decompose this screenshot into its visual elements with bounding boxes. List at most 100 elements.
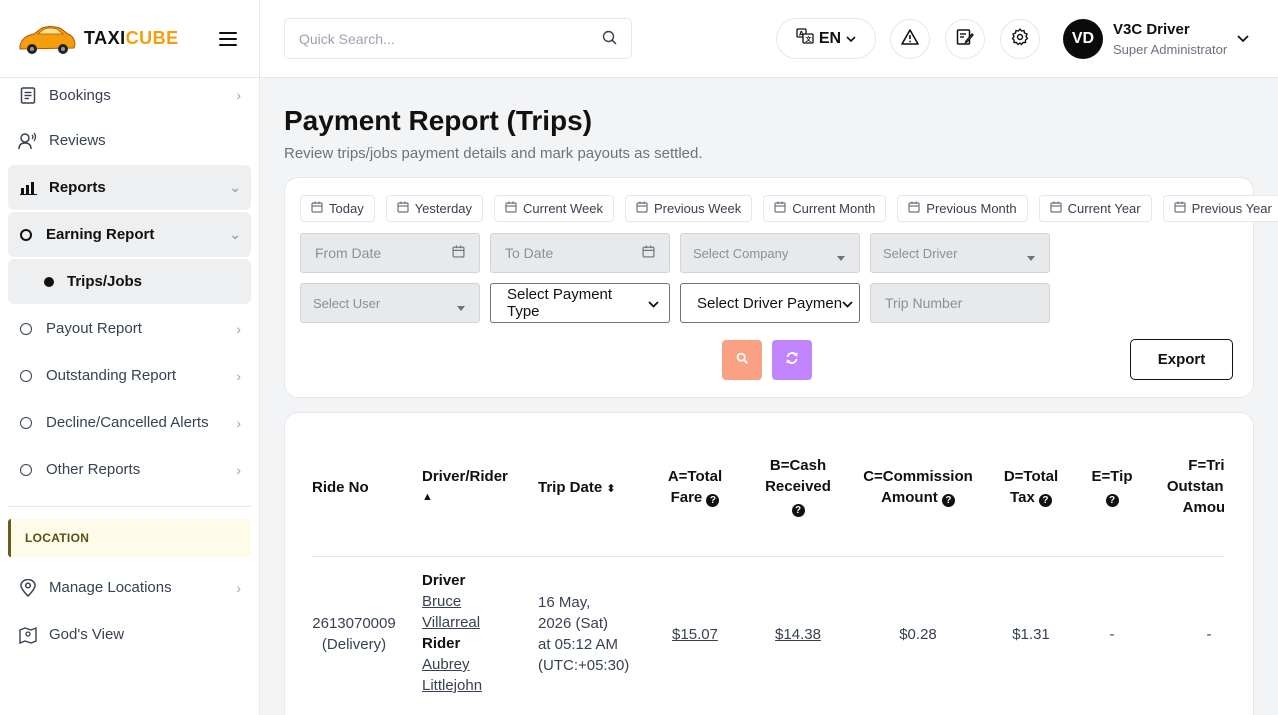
chip-previous-year[interactable]: Previous Year [1162, 195, 1278, 222]
header-line: C=Commission [863, 468, 973, 485]
svg-text:文: 文 [804, 36, 812, 44]
page-title: Payment Report (Trips) [284, 105, 593, 136]
export-button[interactable]: Export [1130, 339, 1233, 380]
sidebar-item-decline-cancelled-alerts[interactable]: Decline/Cancelled Alerts › [8, 400, 251, 445]
notes-button[interactable] [945, 19, 985, 59]
sort-icon[interactable]: ▲ [422, 487, 508, 508]
chip-label: Previous Year [1191, 201, 1272, 216]
col-outstanding: F=Trip Outstanding Amount [1155, 455, 1224, 518]
col-driver-rider-label: Driver/Rider [422, 468, 508, 485]
chip-label: Yesterday [414, 201, 473, 216]
chip-yesterday[interactable]: Yesterday [385, 195, 484, 222]
sidebar-item-bookings[interactable]: Bookings › [8, 78, 251, 112]
sidebar-section-location: LOCATION [8, 519, 251, 557]
cell-total-fare[interactable]: $15.07 [657, 624, 733, 645]
help-icon[interactable]: ? [791, 504, 805, 517]
refresh-icon [785, 351, 799, 370]
driver-payment-select[interactable]: Select Driver Paymen [680, 283, 860, 323]
col-total-tax: D=Total Tax ? [997, 466, 1065, 508]
chip-label: Current Month [792, 201, 876, 216]
user-name[interactable]: V3C Driver [1113, 21, 1190, 38]
from-date-field[interactable]: From Date [300, 233, 480, 273]
rider-label: Rider [422, 635, 461, 652]
help-icon[interactable]: ? [941, 494, 955, 507]
search-button[interactable] [722, 340, 762, 380]
user-role: Super Administrator [1113, 42, 1228, 57]
search-icon[interactable] [602, 30, 617, 48]
sidebar-item-label: Manage Locations [49, 579, 172, 596]
sidebar: TAXICUBE Bookings › Reviews Reports ⌄ Ea… [0, 0, 260, 715]
col-commission: C=Commission Amount ? [862, 466, 974, 508]
sidebar-item-label: Trips/Jobs [67, 273, 143, 290]
sort-icon[interactable]: ⬍ [606, 483, 615, 495]
chip-current-week[interactable]: Current Week [494, 195, 615, 222]
sidebar-item-label: Earning Report [46, 226, 155, 243]
sidebar-item-reviews[interactable]: Reviews [8, 118, 251, 163]
circle-bullet-icon [20, 369, 32, 382]
col-driver-rider[interactable]: Driver/Rider ▲ [422, 466, 508, 508]
chip-previous-month[interactable]: Previous Month [897, 195, 1028, 222]
sidebar-item-label: Decline/Cancelled Alerts [46, 414, 209, 431]
help-icon[interactable]: ? [706, 494, 720, 507]
chip-today[interactable]: Today [300, 195, 375, 222]
chevron-down-icon[interactable] [1237, 30, 1249, 48]
alert-button[interactable] [890, 19, 930, 59]
header-line: Tax [1010, 489, 1035, 506]
sidebar-item-label: God's View [49, 626, 125, 643]
trip-number-input[interactable]: Trip Number [870, 283, 1050, 323]
language-selector[interactable]: A文 EN [776, 18, 876, 59]
col-ride-no: Ride No [312, 479, 369, 496]
sidebar-item-outstanding-report[interactable]: Outstanding Report › [8, 353, 251, 398]
header-line: Fare [670, 489, 703, 506]
sidebar-item-reports[interactable]: Reports ⌄ [8, 165, 251, 210]
rider-link[interactable]: Aubrey [422, 654, 482, 675]
chip-previous-week[interactable]: Previous Week [625, 195, 753, 222]
driver-link[interactable]: Bruce [422, 591, 482, 612]
company-select[interactable]: Select Company [680, 233, 860, 273]
col-outstanding-clip: F=Trip Outstanding Amount [1155, 453, 1224, 523]
help-icon[interactable]: ? [1105, 494, 1119, 507]
calendar-icon [397, 201, 409, 216]
calendar-icon [908, 201, 920, 216]
circle-bullet-icon [20, 416, 32, 429]
driver-link[interactable]: Villarreal [422, 612, 482, 633]
user-select[interactable]: Select User [300, 283, 480, 323]
svg-text:A: A [799, 31, 804, 38]
sidebar-item-label: Bookings [49, 86, 111, 104]
sidebar-item-label: Payout Report [46, 320, 142, 337]
warning-icon [901, 28, 919, 50]
search-icon [736, 351, 748, 369]
header-line: Received [765, 478, 831, 495]
chip-current-year[interactable]: Current Year [1038, 195, 1152, 222]
help-icon[interactable]: ? [1038, 494, 1052, 507]
driver-label: Driver [422, 572, 466, 589]
col-total-fare: A=Total Fare ? [657, 466, 733, 508]
payment-type-select[interactable]: Select Payment Type [490, 283, 670, 323]
edit-document-icon [956, 28, 974, 51]
search-input[interactable]: Quick Search... [284, 18, 632, 59]
sidebar-item-trips-jobs[interactable]: Trips/Jobs [8, 259, 251, 304]
user-placeholder: Select User [313, 295, 381, 311]
sidebar-item-other-reports[interactable]: Other Reports › [8, 447, 251, 492]
rider-link[interactable]: Littlejohn [422, 675, 482, 696]
header-line: Amount [881, 489, 938, 506]
sidebar-item-gods-view[interactable]: God's View [8, 612, 251, 657]
col-trip-date[interactable]: Trip Date ⬍ [538, 477, 616, 500]
calendar-icon [1174, 201, 1186, 216]
sidebar-item-manage-locations[interactable]: Manage Locations › [8, 565, 251, 610]
to-date-field[interactable]: To Date [490, 233, 670, 273]
language-code: EN [818, 29, 842, 47]
reset-button[interactable] [772, 340, 812, 380]
brand-name: TAXICUBE [84, 28, 179, 48]
calendar-icon [452, 245, 465, 261]
cell-cash-received[interactable]: $14.38 [759, 624, 837, 645]
chevron-right-icon: › [236, 320, 241, 337]
sidebar-item-payout-report[interactable]: Payout Report › [8, 306, 251, 351]
chip-current-month[interactable]: Current Month [763, 195, 887, 222]
avatar[interactable]: VD [1063, 19, 1103, 59]
from-date-placeholder: From Date [315, 245, 382, 261]
settings-button[interactable] [1000, 19, 1040, 59]
driver-select[interactable]: Select Driver [870, 233, 1050, 273]
menu-toggle-icon[interactable] [219, 31, 237, 46]
sidebar-item-earning-report[interactable]: Earning Report ⌄ [8, 212, 251, 257]
